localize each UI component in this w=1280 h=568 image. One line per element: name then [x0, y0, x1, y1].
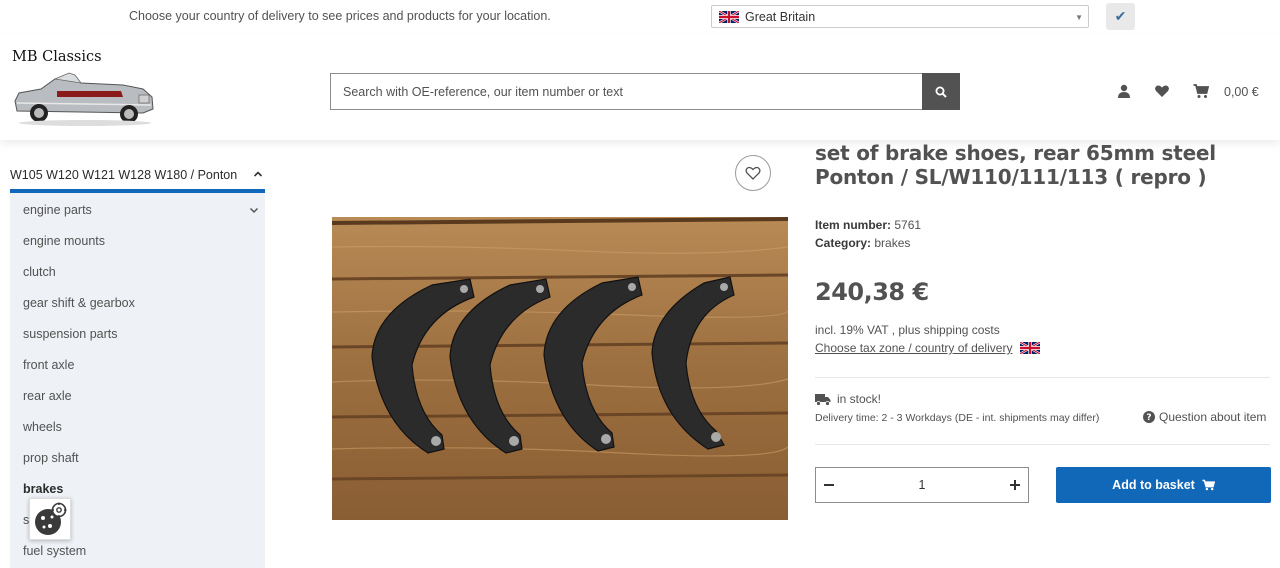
stock-status: in stock!	[815, 392, 881, 406]
add-to-wishlist-button[interactable]	[735, 155, 771, 191]
product-price: 240,38 €	[815, 278, 929, 306]
stock-text: in stock!	[837, 392, 882, 406]
category-value: brakes	[874, 236, 911, 250]
decrease-quantity-button[interactable]	[816, 468, 842, 502]
svg-text:?: ?	[1146, 413, 1151, 423]
cart-icon[interactable]	[1193, 83, 1209, 99]
plus-icon	[1010, 480, 1021, 490]
basket-amount[interactable]: 0,00 €	[1224, 85, 1259, 99]
question-circle-icon: ?	[1143, 411, 1155, 423]
category-heading[interactable]: W105 W120 W121 W128 W180 / Ponton	[10, 166, 265, 193]
sidebar-item-gear-shift[interactable]: gear shift & gearbox	[23, 296, 135, 310]
item-number-value: 5761	[894, 218, 922, 232]
country-message: Choose your country of delivery to see p…	[129, 9, 551, 23]
delivery-time-text: Delivery time: 2 - 3 Workdays	[815, 412, 952, 424]
tax-zone-link-label: Choose tax zone / country of delivery	[815, 341, 1013, 355]
tax-zone-link[interactable]: Choose tax zone / country of delivery	[815, 341, 1046, 355]
item-number-label: Item number:	[815, 218, 892, 232]
category-heading-label: W105 W120 W121 W128 W180 / Ponton	[10, 168, 238, 182]
sidebar-item-wheels[interactable]: wheels	[23, 420, 62, 434]
sidebar-item-engine-parts[interactable]: engine parts	[23, 203, 92, 217]
chevron-down-icon: ▼	[1075, 13, 1083, 22]
search-bar	[330, 73, 960, 110]
delivery-time-note: (DE - int. shipments may differ)	[954, 412, 1100, 424]
search-input[interactable]	[330, 73, 922, 110]
search-button[interactable]	[922, 73, 960, 110]
cookie-icon	[35, 502, 67, 535]
cookie-settings-button[interactable]	[29, 498, 71, 540]
question-about-item-link[interactable]: ? Question about item	[1143, 410, 1266, 424]
heart-icon[interactable]	[1154, 83, 1170, 99]
sidebar-item-front-axle[interactable]: front axle	[23, 358, 74, 372]
search-icon	[935, 86, 947, 98]
product-title: set of brake shoes, rear 65mm steel Pont…	[815, 141, 1216, 189]
question-about-item-label: Question about item	[1159, 410, 1267, 424]
sidebar-item-prop-shaft[interactable]: prop shaft	[23, 451, 79, 465]
country-bar: Choose your country of delivery to see p…	[0, 0, 1280, 34]
sidebar-item-fuel-system[interactable]: fuel system	[23, 544, 86, 558]
divider	[815, 444, 1270, 445]
cart-icon	[1202, 479, 1215, 491]
quantity-stepper	[815, 467, 1029, 503]
sidebar-item-rear-axle[interactable]: rear axle	[23, 389, 72, 403]
country-select-value: Great Britain	[745, 9, 816, 24]
truck-icon	[815, 393, 831, 406]
delivery-time: Delivery time: 2 - 3 Workdays (DE - int.…	[815, 412, 1099, 424]
item-number-row: Item number: 5761	[815, 218, 921, 232]
sidebar-item-engine-mounts[interactable]: engine mounts	[23, 234, 105, 248]
logo[interactable]: MB Classics	[11, 49, 157, 133]
divider	[815, 377, 1270, 378]
uk-flag-icon	[1020, 342, 1041, 354]
product-image[interactable]	[332, 217, 788, 520]
add-to-basket-button[interactable]: Add to basket	[1056, 467, 1271, 503]
site-header: MB Classics 0,00	[0, 34, 1280, 140]
sidebar-item-brakes[interactable]: brakes	[23, 482, 63, 496]
sidebar-item-clutch[interactable]: clutch	[23, 265, 56, 279]
quantity-input[interactable]	[841, 478, 1003, 492]
category-row: Category: brakes	[815, 236, 910, 250]
add-to-basket-label: Add to basket	[1112, 478, 1195, 492]
chevron-up-icon	[253, 171, 263, 177]
heart-outline-icon	[745, 166, 761, 180]
brake-shoes-photo	[332, 217, 788, 520]
vat-info: incl. 19% VAT , plus shipping costs	[815, 323, 1000, 337]
confirm-country-button[interactable]: ✔	[1106, 3, 1135, 30]
country-select[interactable]: Great Britain ▼	[711, 5, 1089, 28]
uk-flag-icon	[719, 10, 739, 23]
minus-icon	[823, 484, 834, 486]
category-label: Category:	[815, 236, 872, 250]
check-icon: ✔	[1114, 8, 1127, 24]
sidebar-item-suspension[interactable]: suspension parts	[23, 327, 118, 341]
chevron-down-icon[interactable]	[249, 205, 259, 215]
increase-quantity-button[interactable]	[1003, 468, 1029, 502]
user-icon[interactable]	[1116, 83, 1132, 99]
classic-car-logo-image	[14, 72, 154, 126]
